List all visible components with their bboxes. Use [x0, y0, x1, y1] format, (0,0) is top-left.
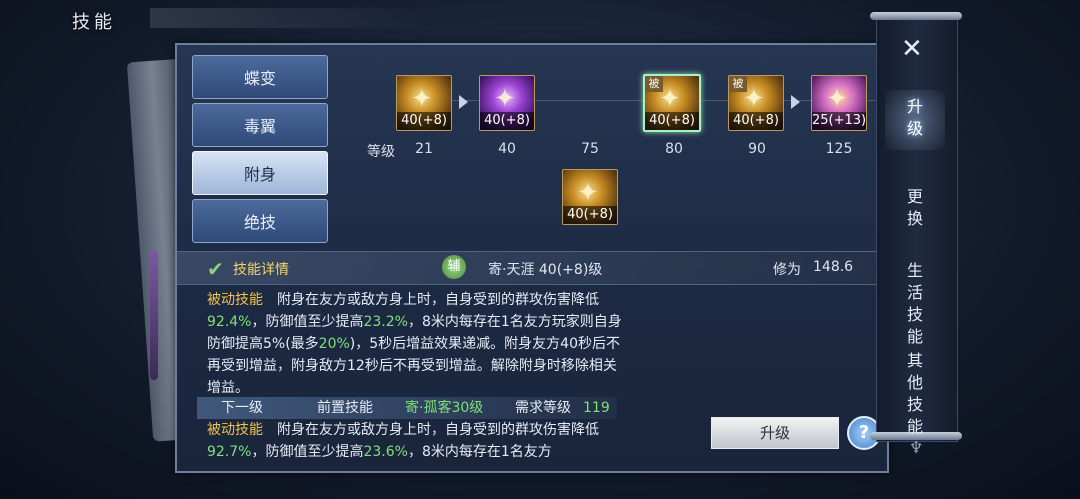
- skill-detail-title: 技能详情: [233, 262, 289, 278]
- side-item-upgrade[interactable]: 升级: [903, 96, 927, 140]
- skill-level-text: 40(+8): [480, 112, 534, 130]
- desc-value: 20%: [318, 336, 350, 352]
- next-level-description: 被动技能 附身在友方或敌方身上时，自身受到的群攻伤害降低 92.7%，防御值至少提高…: [207, 419, 627, 463]
- level-node: 90: [748, 141, 766, 157]
- desc-text: 附身在友方或敌方身上时，自身受到的群攻伤害降低: [277, 292, 599, 308]
- butterfly-icon: ✦: [411, 84, 433, 114]
- prereq-label: 前置技能: [317, 400, 373, 416]
- butterfly-icon: ✦: [826, 84, 848, 114]
- scroll-tassel-icon: ♆: [909, 438, 924, 457]
- required-level-value: 119: [583, 400, 610, 416]
- desc-value: 92.7%: [207, 444, 252, 460]
- skill-level-text: 40(+8): [563, 206, 617, 224]
- skill-panel: 蝶变 毒翼 附身 绝技 ✦ 40(+8) ✦ 40(+8) 被 ✦ 40(+8)…: [175, 43, 889, 473]
- level-node: 21: [415, 141, 433, 157]
- skill-icon-3[interactable]: 被 ✦ 40(+8): [643, 74, 701, 132]
- skill-icon-6[interactable]: ✦ 40(+8): [562, 169, 618, 225]
- level-node: 125: [825, 141, 853, 157]
- tab-duyi[interactable]: 毒翼: [192, 103, 328, 147]
- skill-level-text: 40(+8): [397, 112, 451, 130]
- desc-text: 附身在友方或敌方身上时，自身受到的群攻伤害降低: [277, 422, 599, 438]
- required-level-label: 需求等级: [515, 400, 571, 416]
- arrow-right-icon: [459, 95, 468, 109]
- top-faint-bar: [150, 8, 430, 28]
- skill-icon-1[interactable]: ✦ 40(+8): [396, 75, 452, 131]
- desc-value: 92.4%: [207, 314, 252, 330]
- upgrade-button[interactable]: 升级: [711, 417, 839, 449]
- level-node: 80: [665, 141, 683, 157]
- skill-icon-4[interactable]: 被 ✦ 40(+8): [728, 75, 784, 131]
- passive-skill-tag: 被动技能: [207, 292, 263, 308]
- skill-level-text: 40(+8): [645, 112, 699, 130]
- desc-value: 23.6%: [363, 444, 408, 460]
- level-node: 40: [498, 141, 516, 157]
- page-title: 技能: [72, 12, 116, 33]
- cultivation-label: 修为: [773, 262, 801, 278]
- next-level-label: 下一级: [221, 400, 263, 416]
- desc-text: ，防御值至少提高: [251, 444, 364, 460]
- skill-name: 寄·天涯 40(+8)级: [488, 262, 603, 278]
- desc-value: 23.2%: [363, 314, 408, 330]
- skill-level-text: 25(+13): [812, 112, 867, 130]
- desc-text: ，8米内每存在1名友方: [407, 444, 552, 460]
- skill-icon-5[interactable]: ✦ 25(+13): [811, 75, 867, 131]
- background-tassel: [150, 250, 158, 380]
- prereq-value: 寄·孤客30级: [405, 400, 484, 416]
- skill-level-text: 40(+8): [729, 112, 783, 130]
- butterfly-icon: ✦: [659, 84, 681, 114]
- side-item-life-skills[interactable]: 生活技能: [903, 260, 927, 348]
- skill-row-divider: [405, 100, 875, 101]
- arrow-right-icon: [791, 95, 800, 109]
- cultivation-value: 148.6: [813, 259, 854, 275]
- butterfly-icon: ✦: [577, 178, 599, 208]
- level-label: 等级: [367, 144, 395, 160]
- scroll-top-rod: [870, 12, 962, 20]
- butterfly-icon: ✦: [743, 84, 765, 114]
- side-item-replace[interactable]: 更换: [903, 186, 927, 230]
- checkmark-icon: ✔: [207, 257, 224, 281]
- skill-detail-header: ✔ 技能详情 辅 寄·天涯 40(+8)级 修为 148.6: [177, 251, 887, 285]
- tab-jueji[interactable]: 绝技: [192, 199, 328, 243]
- desc-text: ，防御值至少提高: [251, 314, 364, 330]
- current-level-description: 被动技能 附身在友方或敌方身上时，自身受到的群攻伤害降低 92.4%，防御值至少提高…: [207, 289, 627, 399]
- passive-skill-tag: 被动技能: [207, 422, 263, 438]
- leaf-aux-icon: 辅: [442, 255, 466, 279]
- skill-icon-2[interactable]: ✦ 40(+8): [479, 75, 535, 131]
- next-level-bar: 下一级 前置技能 寄·孤客30级 需求等级 119: [197, 397, 617, 419]
- side-item-other-skills[interactable]: 其他技能: [903, 350, 927, 438]
- butterfly-icon: ✦: [494, 84, 516, 114]
- tab-fushen[interactable]: 附身: [192, 151, 328, 195]
- close-icon[interactable]: ✕: [901, 34, 923, 64]
- level-node: 75: [581, 141, 599, 157]
- tab-dieban[interactable]: 蝶变: [192, 55, 328, 99]
